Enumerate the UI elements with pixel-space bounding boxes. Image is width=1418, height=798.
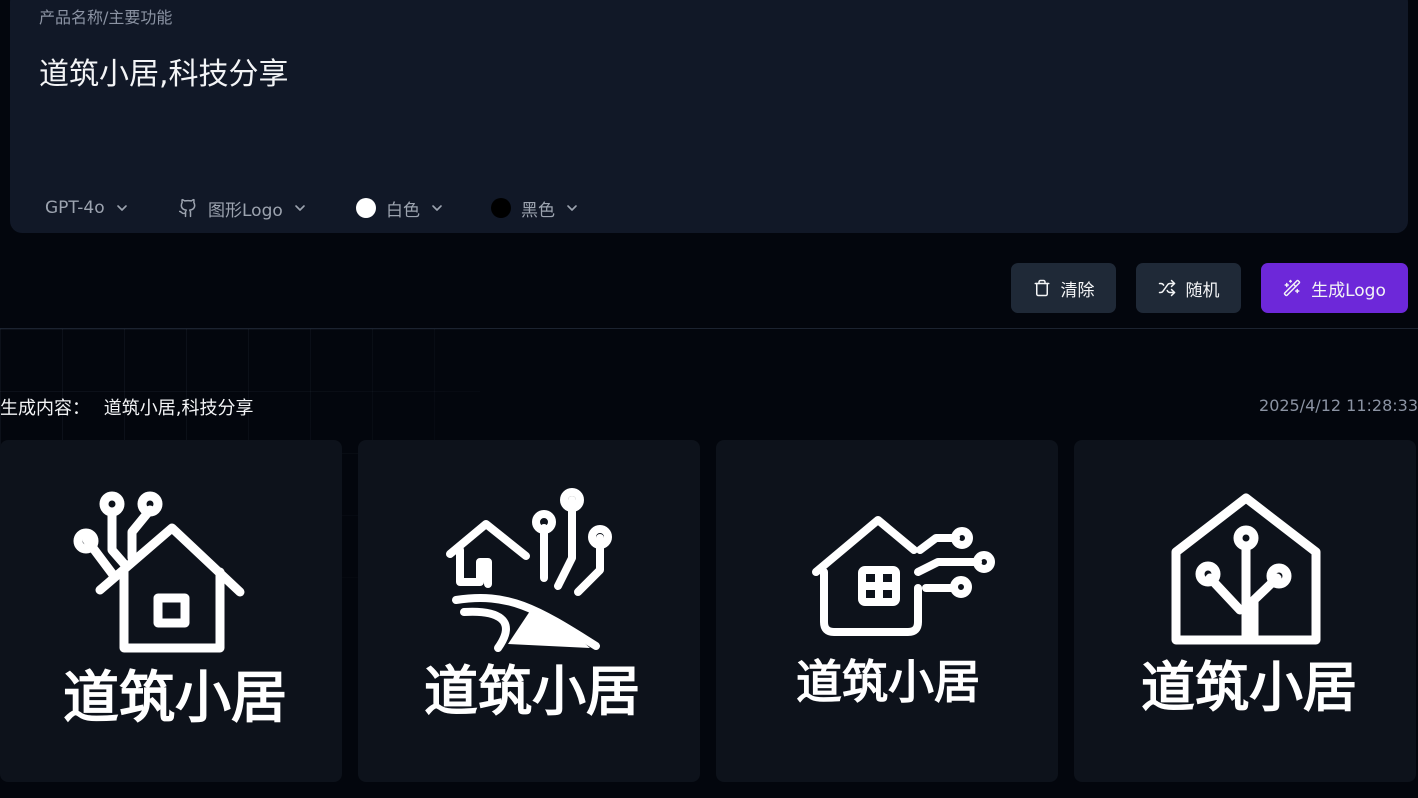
house-outline-circuit-icon: 道筑小居 [1141, 493, 1357, 719]
logo-card[interactable]: 道筑小居 [0, 440, 342, 782]
house-road-circuit-icon: 道筑小居 [424, 488, 640, 723]
logo-card[interactable]: 道筑小居 [716, 440, 1058, 782]
foreground-color-label: 黑色 [521, 200, 555, 221]
clear-button-label: 清除 [1060, 280, 1095, 301]
logo-text: 道筑小居 [1141, 656, 1357, 719]
model-select[interactable]: GPT-4o [45, 196, 129, 220]
generate-logo-button[interactable]: 生成Logo [1261, 263, 1408, 313]
chevron-down-icon [565, 201, 579, 215]
github-icon [178, 198, 198, 218]
chevron-down-icon [293, 201, 307, 215]
color-swatch-icon [356, 198, 376, 218]
prompt-card: 产品名称/主要功能 道筑小居,科技分享 GPT-4o 图形Logo 白色 黑色 [10, 0, 1408, 233]
random-button-label: 随机 [1185, 280, 1220, 301]
color-swatch-icon [491, 198, 511, 218]
circuit-house-icon: 道筑小居 [63, 491, 287, 731]
logo-text: 道筑小居 [424, 660, 640, 723]
shuffle-icon [1158, 279, 1175, 297]
magic-wand-icon [1283, 279, 1301, 297]
logo-card[interactable]: 道筑小居 [358, 440, 700, 782]
clear-button[interactable]: 清除 [1011, 263, 1116, 313]
result-content: 道筑小居,科技分享 [103, 398, 254, 419]
house-window-circuit-icon: 道筑小居 [796, 516, 995, 709]
chevron-down-icon [115, 201, 129, 215]
result-label: 生成内容： [0, 398, 90, 419]
logo-text: 道筑小居 [796, 655, 980, 709]
prompt-label: 产品名称/主要功能 [39, 8, 173, 27]
logo-card[interactable]: 道筑小居 [1074, 440, 1416, 782]
model-select-label: GPT-4o [45, 198, 105, 218]
chevron-down-icon [430, 201, 444, 215]
style-select-label: 图形Logo [208, 200, 283, 221]
result-header: 生成内容： 道筑小居,科技分享 [0, 394, 253, 420]
prompt-input[interactable]: 道筑小居,科技分享 [39, 49, 289, 93]
background-color-select[interactable]: 白色 [356, 196, 444, 221]
style-select[interactable]: 图形Logo [178, 196, 307, 221]
random-button[interactable]: 随机 [1136, 263, 1241, 313]
result-timestamp: 2025/4/12 11:28:33 [1259, 396, 1418, 415]
generate-logo-button-label: 生成Logo [1311, 280, 1386, 301]
background-color-label: 白色 [386, 200, 420, 221]
foreground-color-select[interactable]: 黑色 [491, 196, 579, 221]
trash-icon [1034, 279, 1049, 297]
logo-text: 道筑小居 [63, 666, 287, 731]
